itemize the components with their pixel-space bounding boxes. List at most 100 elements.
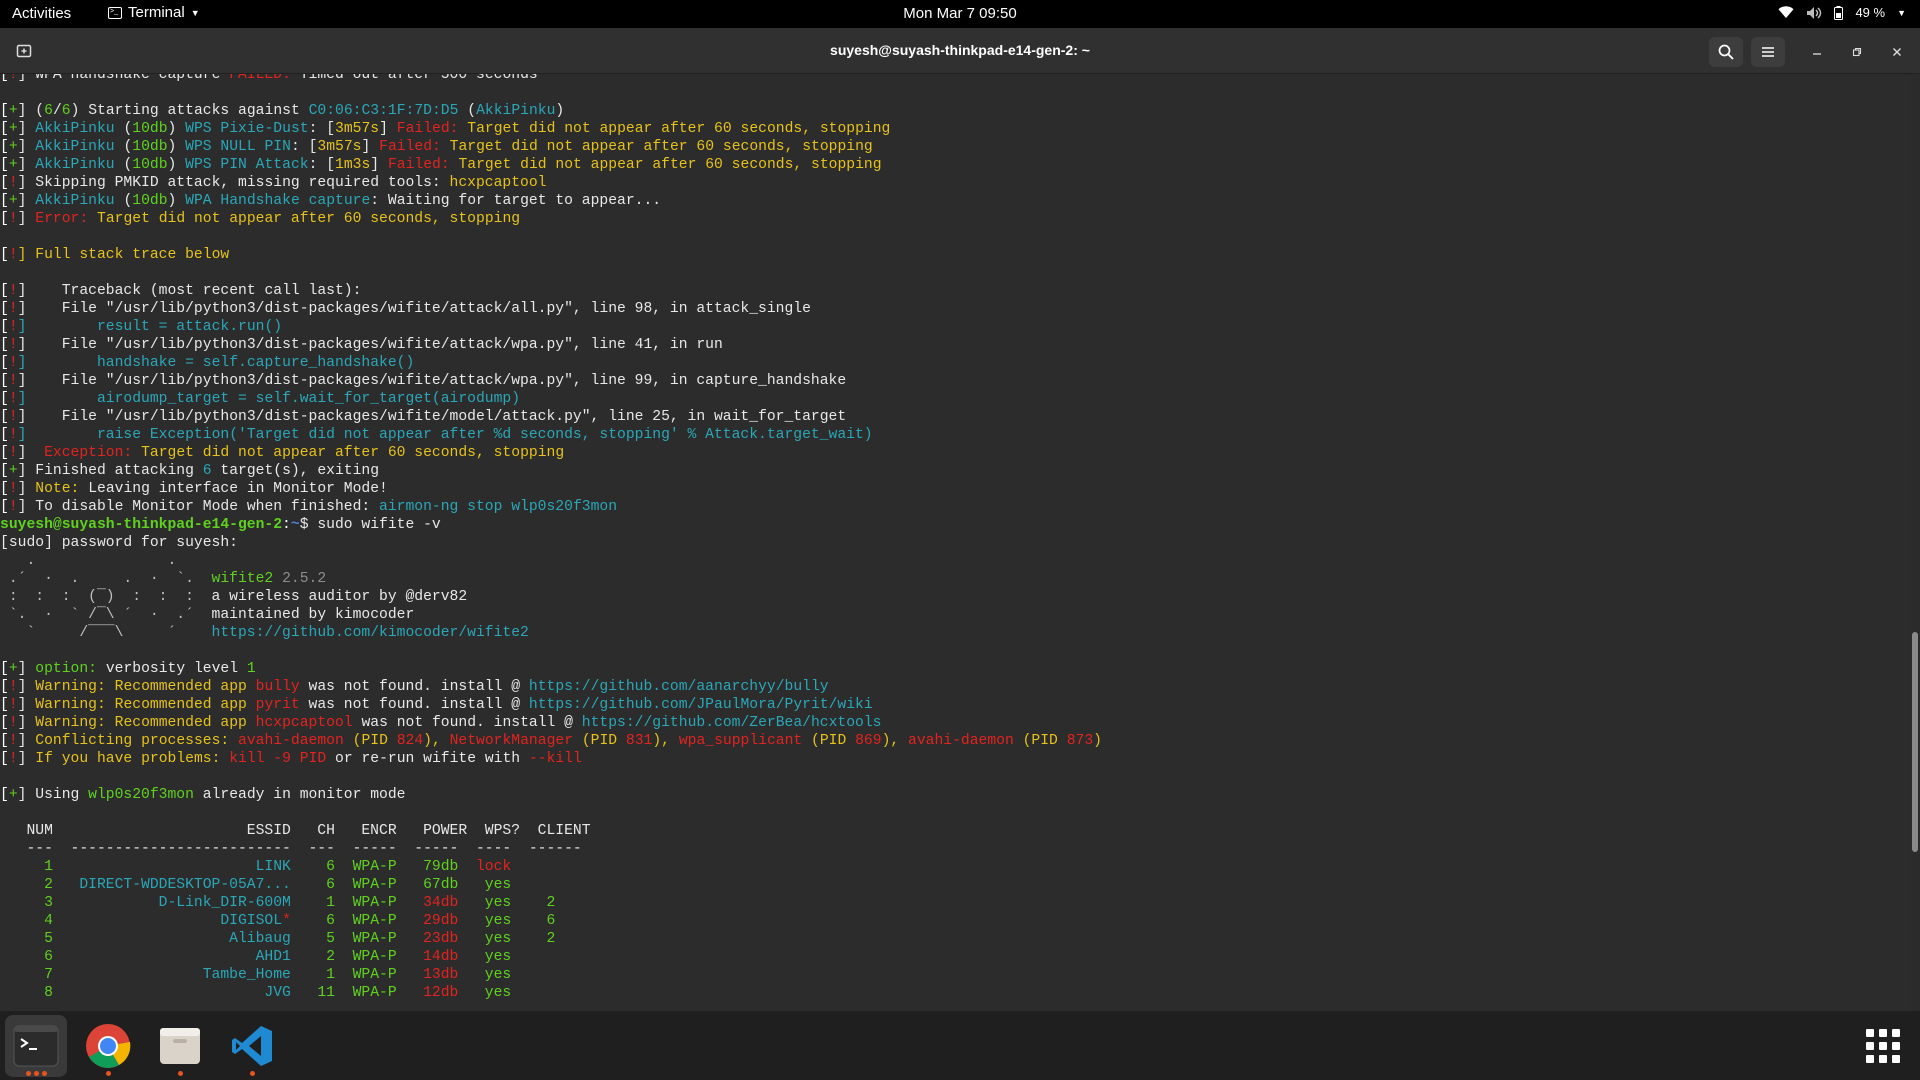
terminal-line: NUM ESSID CH ENCR POWER WPS? CLIENT bbox=[0, 822, 1102, 840]
terminal-segment: [ bbox=[0, 301, 9, 317]
terminal-segment: [ bbox=[0, 751, 9, 767]
close-button[interactable] bbox=[1886, 41, 1908, 63]
terminal-segment: 6 bbox=[290, 859, 335, 875]
activities-button[interactable]: Activities bbox=[12, 5, 71, 22]
terminal-segment: wlp0s20f3mon bbox=[88, 787, 194, 803]
terminal-segment: Note: bbox=[35, 481, 80, 497]
terminal-segment: 7 bbox=[0, 967, 53, 983]
terminal-segment: ] Finished attacking bbox=[17, 463, 203, 479]
terminal-segment: + bbox=[8, 103, 18, 119]
terminal-segment: 2.5.2 bbox=[282, 571, 327, 587]
terminal-segment: ! bbox=[8, 697, 18, 713]
terminal-segment: 1 bbox=[290, 967, 335, 983]
chevron-down-icon: ▼ bbox=[1897, 7, 1906, 18]
terminal-segment: WPA Handshake capture bbox=[185, 193, 371, 209]
show-apps-button[interactable] bbox=[1866, 1029, 1900, 1063]
terminal-segment: [ bbox=[0, 337, 9, 353]
terminal-segment: (PID bbox=[802, 733, 856, 749]
volume-icon bbox=[1806, 6, 1822, 20]
terminal-line: [!] Warning: Recommended app bully was n… bbox=[0, 678, 1102, 696]
terminal-segment: option: bbox=[35, 661, 97, 677]
terminal-segment: ( bbox=[114, 157, 133, 173]
terminal-segment: 3m57s bbox=[335, 121, 380, 137]
terminal-segment: Target did not appear after 60 seconds, … bbox=[88, 211, 521, 227]
terminal-scrollbar[interactable] bbox=[1912, 632, 1918, 852]
system-menu[interactable]: 49 % ▼ bbox=[1778, 5, 1906, 20]
terminal-segment: [ bbox=[0, 193, 9, 209]
terminal-segment: ] Full stack trace below bbox=[17, 247, 230, 263]
terminal-segment: yes bbox=[458, 949, 512, 965]
terminal-headerbar: suyesh@suyash-thinkpad-e14-gen-2: ~ bbox=[0, 28, 1920, 74]
terminal-line: . . bbox=[0, 552, 1102, 570]
terminal-segment: ] File "/usr/lib/python3/dist-packages/w… bbox=[17, 409, 847, 425]
menu-button[interactable] bbox=[1751, 37, 1785, 67]
terminal-segment: [ bbox=[0, 283, 9, 299]
terminal-segment: wifite2 bbox=[211, 571, 283, 587]
terminal-segment: ! bbox=[8, 74, 18, 83]
terminal-segment: 3 bbox=[0, 895, 53, 911]
terminal-line: [!] Error: Target did not appear after 6… bbox=[0, 210, 1102, 228]
terminal-segment: ! bbox=[8, 481, 18, 497]
clock[interactable]: Mon Mar 7 09:50 bbox=[903, 5, 1016, 22]
terminal-app-icon: >_ bbox=[108, 6, 122, 19]
terminal-segment: + bbox=[8, 193, 18, 209]
terminal-segment: [ bbox=[0, 103, 9, 119]
terminal-segment: yes bbox=[458, 931, 512, 947]
terminal-segment: : [ bbox=[308, 157, 336, 173]
terminal-segment: yes bbox=[458, 967, 512, 983]
dock-terminal[interactable] bbox=[5, 1015, 67, 1077]
terminal-segment: `. · ` /¯\ ´ · .´ bbox=[0, 607, 212, 623]
terminal-segment: : : : (¯) : : : bbox=[0, 589, 212, 605]
terminal-segment: 8 bbox=[0, 985, 53, 1001]
terminal-line: [!] WPA handshake capture FAILED: Timed … bbox=[0, 74, 1102, 84]
app-menu[interactable]: >_ Terminal ▼ bbox=[108, 4, 200, 21]
terminal-segment: ) Starting attacks against bbox=[70, 103, 309, 119]
terminal-segment: : [ bbox=[308, 121, 336, 137]
terminal-text: [!] WPA handshake capture FAILED: Timed … bbox=[0, 74, 1102, 1002]
terminal-segment: ] Using bbox=[17, 787, 89, 803]
terminal-segment: ] bbox=[17, 715, 36, 731]
terminal-segment: WPA-P bbox=[334, 859, 397, 875]
terminal-segment: ] bbox=[17, 697, 36, 713]
dock-chrome[interactable] bbox=[77, 1015, 139, 1077]
terminal-segment: Tambe_Home bbox=[52, 967, 291, 983]
terminal-line: [!] Skipping PMKID attack, missing requi… bbox=[0, 174, 1102, 192]
minimize-button[interactable] bbox=[1806, 41, 1828, 63]
terminal-segment: maintained by kimocoder bbox=[211, 607, 415, 623]
terminal-segment: suyesh@suyash-thinkpad-e14-gen-2 bbox=[0, 517, 283, 533]
terminal-line: ` /¯¯¯\ ´ https://github.com/kimocoder/w… bbox=[0, 624, 1102, 642]
search-icon bbox=[1718, 44, 1734, 60]
terminal-segment: 10db bbox=[132, 193, 168, 209]
dock bbox=[0, 1011, 1920, 1080]
terminal-segment: 29db bbox=[396, 913, 459, 929]
maximize-button[interactable] bbox=[1846, 41, 1868, 63]
terminal-segment: Timed out after 500 seconds bbox=[290, 74, 538, 83]
dock-files[interactable] bbox=[149, 1015, 211, 1077]
terminal-segment: ! bbox=[8, 337, 18, 353]
terminal-segment: ] File "/usr/lib/python3/dist-packages/w… bbox=[17, 373, 847, 389]
terminal-segment: .´ · . . · `. bbox=[0, 571, 212, 587]
terminal-segment: ) bbox=[167, 193, 186, 209]
search-button[interactable] bbox=[1709, 37, 1743, 67]
terminal-segment: 869 bbox=[855, 733, 882, 749]
terminal-segment: kill -9 PID bbox=[229, 751, 327, 767]
terminal-line: [!] airodump_target = self.wait_for_targ… bbox=[0, 390, 1102, 408]
terminal-segment: https://github.com/kimocoder/wifite2 bbox=[211, 625, 529, 641]
terminal-segment: [ bbox=[0, 74, 9, 83]
terminal-segment: [ bbox=[0, 715, 9, 731]
terminal-segment: + bbox=[8, 157, 18, 173]
terminal-segment: a wireless auditor by @derv82 bbox=[211, 589, 468, 605]
terminal-segment: + bbox=[8, 463, 18, 479]
terminal-output[interactable]: [!] WPA handshake capture FAILED: Timed … bbox=[0, 74, 1910, 1011]
terminal-segment: Recommended app bbox=[105, 697, 256, 713]
terminal-segment: 67db bbox=[396, 877, 459, 893]
terminal-segment: ! bbox=[8, 715, 18, 731]
dock-vscode[interactable] bbox=[221, 1015, 283, 1077]
terminal-segment: ! bbox=[8, 391, 18, 407]
terminal-segment: ] ( bbox=[17, 103, 45, 119]
terminal-segment: ( bbox=[458, 103, 477, 119]
terminal-line: [!] result = attack.run() bbox=[0, 318, 1102, 336]
terminal-segment: ( bbox=[114, 193, 133, 209]
terminal-segment: Failed: bbox=[396, 121, 459, 137]
